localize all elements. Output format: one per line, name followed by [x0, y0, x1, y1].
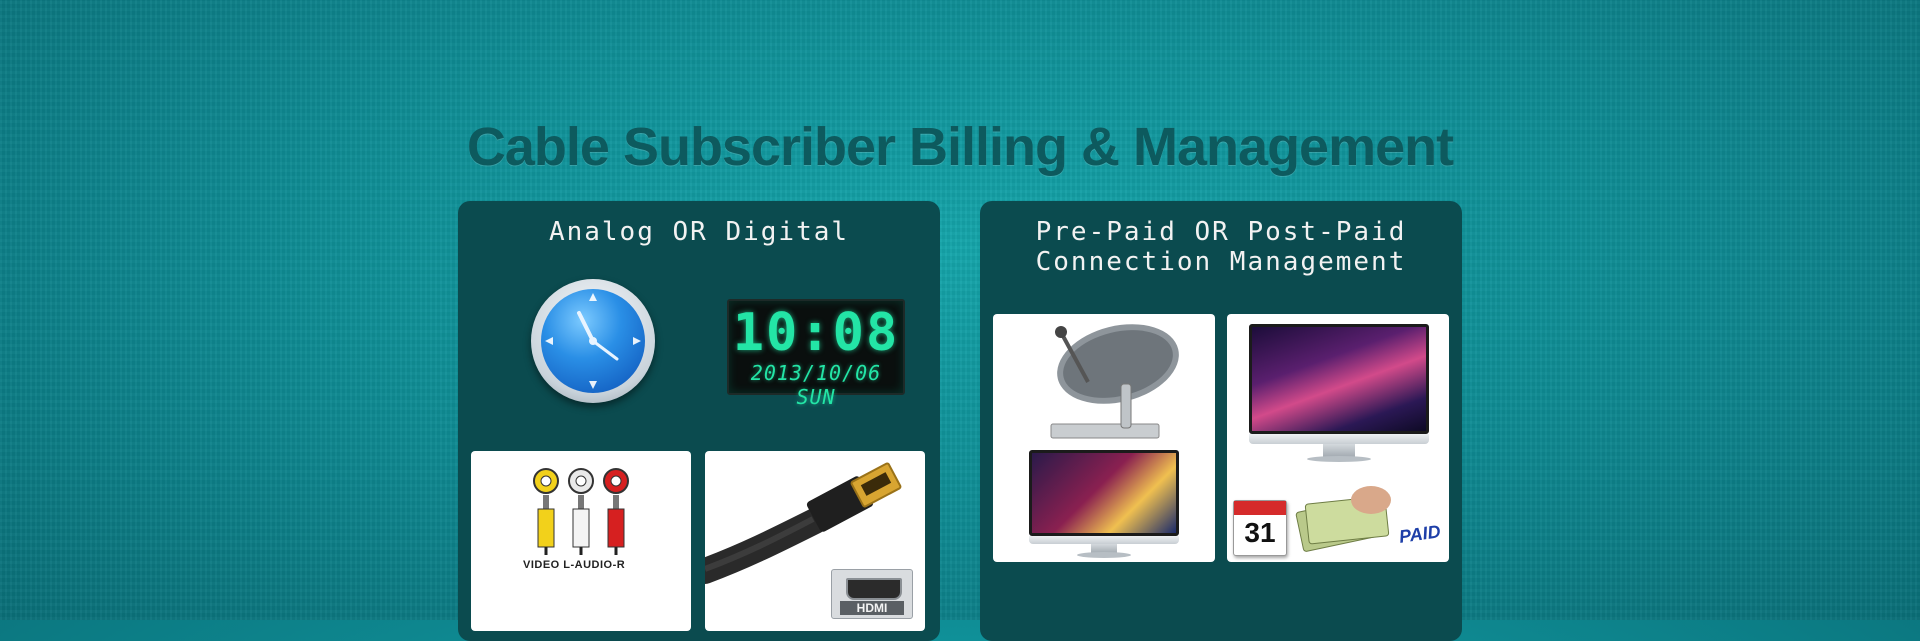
digital-clock-display: 10:08 2013/10/06 SUN	[727, 299, 905, 409]
calendar-day: 31	[1244, 517, 1276, 548]
tv-monitor-icon	[1029, 450, 1179, 560]
panel-heading-line-1: Pre-Paid OR Post-Paid	[1035, 217, 1407, 247]
hdmi-cable-image: HDMI	[705, 451, 925, 631]
calendar-icon: 31	[1233, 500, 1287, 556]
hdmi-label: HDMI	[840, 601, 904, 615]
digital-clock-date: 2013/10/06 SUN	[750, 361, 882, 409]
digital-clock-time: 10:08	[732, 303, 900, 363]
panel-heading-line-2: Connection Management	[1035, 247, 1407, 277]
satellite-dish-icon	[1050, 324, 1179, 439]
panel-heading-prepaid-postpaid: Pre-Paid OR Post-Paid Connection Managem…	[980, 217, 1462, 277]
cash-payment-icon	[1295, 486, 1391, 552]
satellite-dish-tv-image	[993, 314, 1215, 562]
paid-stamp: PAID	[1398, 521, 1443, 547]
panel-heading-text: Analog OR Digital	[548, 217, 850, 247]
analog-digital-panel: Analog OR Digital 10:08 2013/10/06 SUN V…	[458, 201, 940, 641]
rca-labels: VIDEO L-AUDIO-R	[523, 559, 626, 571]
prepaid-postpaid-panel: Pre-Paid OR Post-Paid Connection Managem…	[980, 201, 1462, 641]
billing-payment-image: 31 PAID	[1227, 314, 1449, 562]
rca-connectors-icon	[533, 468, 629, 555]
panel-heading-analog-digital: Analog OR Digital	[458, 217, 940, 247]
tv-monitor-icon	[1249, 324, 1429, 474]
analog-clock-icon	[531, 279, 655, 403]
page-title: Cable Subscriber Billing & Management	[466, 117, 1454, 177]
rca-cable-image: VIDEO L-AUDIO-R	[471, 451, 691, 631]
hdmi-port-icon: HDMI	[831, 569, 913, 619]
